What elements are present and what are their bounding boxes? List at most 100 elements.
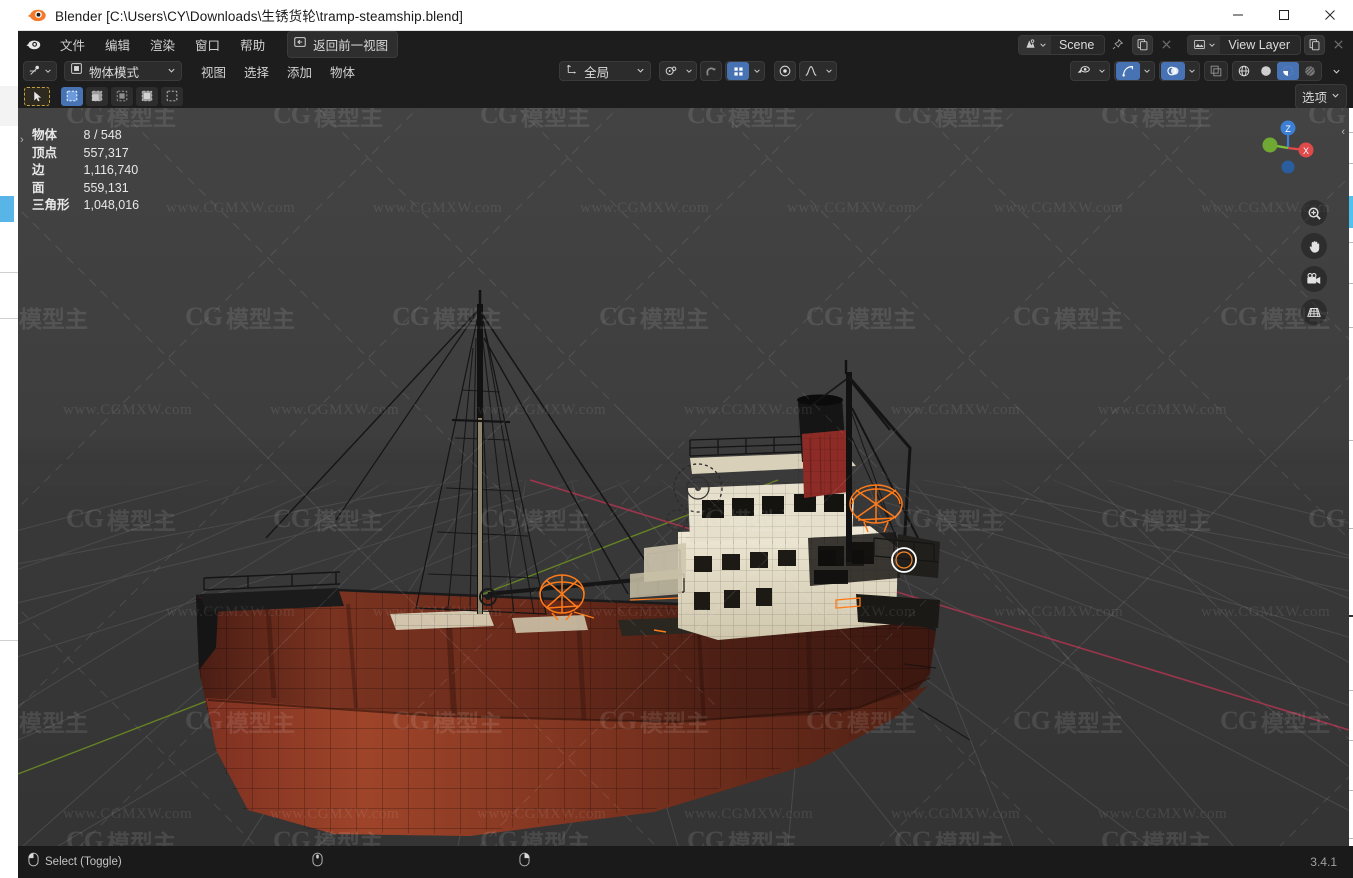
gizmo-axis-x-label: X [1303, 146, 1309, 156]
transform-controls-group: 全局 [559, 61, 838, 81]
scene-name: Scene [1058, 37, 1095, 52]
menu-window[interactable]: 窗口 [185, 32, 230, 57]
blender-topbar: 文件 编辑 渲染 窗口 帮助 返回前一视图 Scene View Layer [18, 31, 1353, 58]
close-button[interactable] [1307, 0, 1353, 31]
blender-version-label: 3.4.1 [1310, 855, 1337, 869]
object-visibility-icon [1071, 62, 1095, 80]
zoom-icon[interactable] [1301, 200, 1327, 226]
shading-material-preview-icon[interactable] [1277, 62, 1299, 80]
overlays-selector[interactable] [1159, 61, 1200, 81]
chevron-down-icon [682, 62, 696, 80]
view-layer-selector[interactable]: View Layer [1187, 34, 1301, 55]
menu-edit[interactable]: 编辑 [95, 32, 140, 57]
viewport-display-controls [1070, 61, 1348, 81]
stat-key: 顶点 [32, 145, 58, 160]
vp-menu-select[interactable]: 选择 [235, 59, 278, 84]
window-controls [1215, 0, 1353, 31]
remove-view-layer-button[interactable] [1328, 35, 1349, 55]
ship-3d-model[interactable] [18, 108, 1349, 846]
interaction-mode-selector[interactable]: 物体模式 [64, 61, 182, 81]
object-visibility-selector[interactable] [1070, 61, 1110, 81]
snap-grid-icon [727, 62, 750, 80]
background-left-highlight [0, 196, 14, 222]
window-title: Blender [C:\Users\CY\Downloads\生锈货轮\tram… [55, 9, 463, 24]
sidebar-expand-arrow-right[interactable]: ‹ [1341, 126, 1345, 138]
select-mode-buttons [61, 86, 183, 106]
stat-value: 559,131 [83, 180, 129, 195]
menu-help[interactable]: 帮助 [230, 32, 275, 57]
shading-wireframe-icon[interactable] [1233, 62, 1255, 80]
view-layer-icon [1188, 35, 1221, 54]
new-view-layer-button[interactable] [1304, 34, 1325, 55]
revert-to-previous-view-button[interactable]: 返回前一视图 [287, 31, 399, 58]
shading-solid-icon[interactable] [1255, 62, 1277, 80]
scene-icon [1018, 35, 1051, 54]
stat-value: 1,048,016 [83, 198, 140, 212]
viewport-shading-group [1232, 61, 1322, 81]
shading-dropdown-button[interactable] [1326, 61, 1346, 81]
chevron-down-icon [1140, 62, 1154, 80]
viewport-statistics-overlay: 物体 8 / 548 顶点 557,317 边 1,116,740 面 559,… [32, 127, 139, 215]
mouse-middle-icon [312, 852, 323, 872]
pivot-point-selector[interactable] [659, 61, 698, 81]
minimize-button[interactable] [1215, 0, 1261, 31]
background-window-left[interactable] [0, 0, 18, 878]
status-mouse-middle [312, 852, 329, 872]
chevron-down-icon [1209, 42, 1216, 47]
main-menu-bar: 文件 编辑 渲染 窗口 帮助 [50, 32, 275, 57]
pin-icon[interactable] [1107, 35, 1127, 55]
select-subtract-icon[interactable] [111, 86, 133, 106]
blender-application-window: Blender [C:\Users\CY\Downloads\生锈货轮\tram… [0, 0, 1353, 878]
stat-row-edges: 边 1,116,740 [32, 162, 139, 180]
snap-target-selector[interactable] [725, 61, 766, 81]
maximize-button[interactable] [1261, 0, 1307, 31]
sidebar-expand-arrow-left[interactable]: › [20, 134, 24, 146]
chevron-down-icon [167, 62, 176, 80]
hand-icon[interactable] [1301, 233, 1327, 259]
vp-menu-add[interactable]: 添加 [278, 59, 321, 84]
orientation-axes-icon [565, 62, 578, 80]
unlink-scene-button[interactable] [1156, 35, 1177, 55]
scene-selector[interactable]: Scene [1017, 34, 1106, 55]
vp-menu-object[interactable]: 物体 [321, 59, 364, 84]
blender-icon[interactable] [25, 36, 42, 53]
snap-magnet-toggle[interactable] [700, 61, 723, 81]
mouse-right-icon [519, 852, 530, 872]
mode-label: 物体模式 [89, 65, 140, 80]
background-left-divider [0, 272, 18, 273]
select-set-icon[interactable] [61, 86, 83, 106]
tool-settings-row: 选项 [18, 83, 1353, 109]
viewport-options-button[interactable]: 选项 [1294, 83, 1347, 109]
chevron-down-icon [1095, 62, 1109, 80]
pivot-point-icon [660, 62, 682, 80]
scene-and-viewlayer-block: Scene View Layer [1017, 34, 1353, 55]
chevron-down-icon [1331, 87, 1340, 105]
editor-type-icon[interactable] [23, 61, 57, 81]
proportional-falloff-selector[interactable] [799, 61, 838, 81]
gizmo-selector[interactable] [1114, 61, 1155, 81]
stat-key: 面 [32, 180, 45, 195]
navigation-gizmo[interactable]: Z X [1257, 117, 1319, 179]
new-scene-button[interactable] [1132, 34, 1154, 55]
tweak-cursor-icon[interactable] [24, 86, 50, 106]
camera-icon[interactable] [1301, 266, 1327, 292]
chevron-down-icon [1040, 42, 1046, 47]
grid-icon[interactable] [1301, 299, 1327, 325]
viewport-menu-bar: 视图 选择 添加 物体 [192, 59, 364, 84]
select-intersect-icon[interactable] [161, 86, 183, 106]
view-layer-name: View Layer [1228, 37, 1290, 52]
select-invert-icon[interactable] [136, 86, 158, 106]
status-left-label: Select (Toggle) [45, 856, 122, 868]
shading-rendered-icon[interactable] [1299, 62, 1321, 80]
select-extend-icon[interactable] [86, 86, 108, 106]
xray-toggle-icon[interactable] [1204, 61, 1228, 81]
transform-orientation-selector[interactable]: 全局 [559, 61, 652, 81]
3d-viewport[interactable]: CG模型主 CG模型主 CG模型主 CG模型主 CG模型主 CG模型主 CG模型… [18, 108, 1349, 846]
proportional-edit-toggle[interactable] [774, 61, 797, 81]
stat-value: 557,317 [83, 145, 129, 160]
menu-file[interactable]: 文件 [50, 32, 95, 57]
vp-menu-view[interactable]: 视图 [192, 59, 235, 84]
menu-render[interactable]: 渲染 [140, 32, 185, 57]
stat-row-objects: 物体 8 / 548 [32, 127, 139, 145]
status-mouse-left: Select (Toggle) [28, 852, 122, 872]
